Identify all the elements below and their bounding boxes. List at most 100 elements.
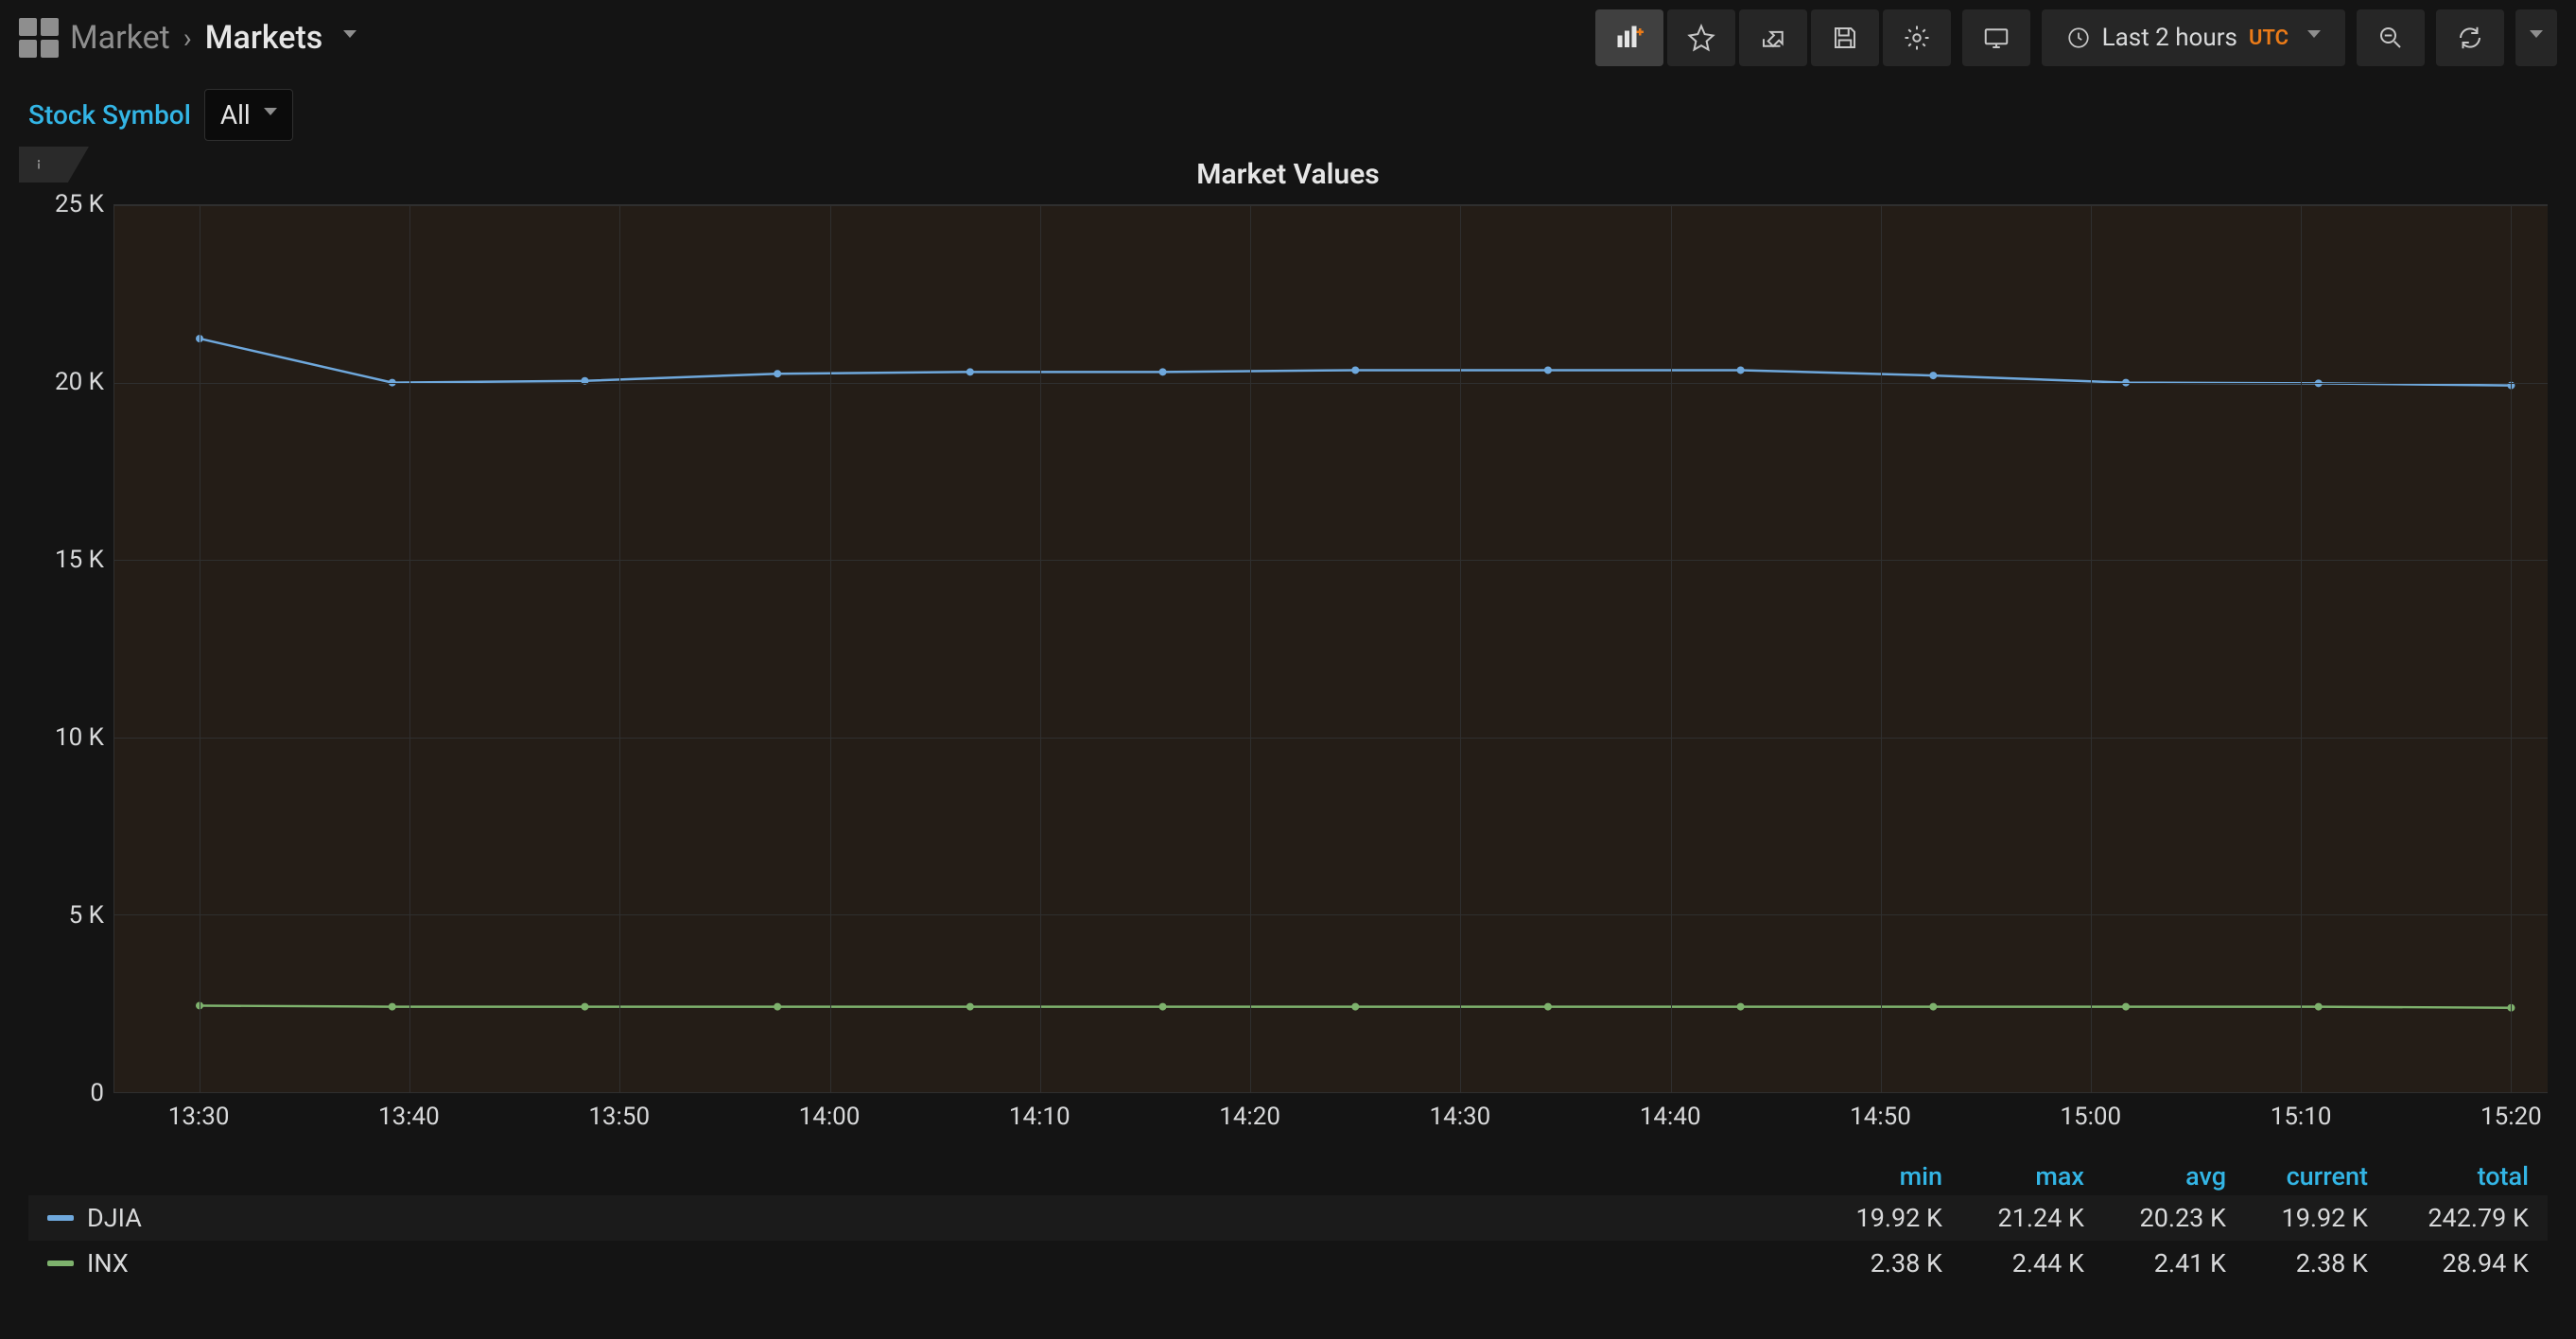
time-range-label: Last 2 hours (2102, 24, 2237, 52)
data-point (1929, 1003, 1937, 1011)
data-point (1544, 366, 1552, 374)
legend-total: 28.94 K (2368, 1248, 2529, 1278)
panel-title: Market Values (28, 150, 2548, 204)
legend-swatch (47, 1261, 74, 1266)
y-tick-label: 5 K (28, 901, 104, 930)
data-point (2122, 1003, 2130, 1011)
x-tick-label: 14:30 (1430, 1103, 1491, 1131)
data-point (1159, 1003, 1167, 1011)
zoom-out-icon (2376, 24, 2405, 52)
legend-row[interactable]: INX 2.38 K 2.44 K 2.41 K 2.38 K 28.94 K (28, 1241, 2548, 1286)
variable-value: All (220, 99, 251, 130)
chart-panel: Market Values 0 5 K 10 K 15 K 20 K 25 K 13:30… (28, 150, 2548, 1146)
y-axis: 05 K10 K15 K20 K25 K (28, 204, 113, 1093)
star-button[interactable] (1667, 9, 1735, 66)
data-point (1929, 372, 1937, 379)
data-point (774, 370, 781, 377)
legend-col-min[interactable]: min (1801, 1161, 1942, 1191)
data-point (1351, 1003, 1359, 1011)
legend-total: 242.79 K (2368, 1203, 2529, 1233)
legend-avg: 20.23 K (2084, 1203, 2226, 1233)
legend-current: 19.92 K (2226, 1203, 2368, 1233)
save-button[interactable] (1811, 9, 1879, 66)
settings-button[interactable] (1883, 9, 1951, 66)
data-point (1159, 368, 1167, 375)
x-tick-label: 13:50 (588, 1103, 650, 1131)
x-tick-label: 14:20 (1219, 1103, 1280, 1131)
toolbar-button-group (1595, 9, 1951, 66)
refresh-button[interactable] (2436, 9, 2504, 66)
legend-max: 21.24 K (1942, 1203, 2084, 1233)
legend-max: 2.44 K (1942, 1248, 2084, 1278)
template-variables-row: Stock Symbol All (0, 76, 2576, 145)
variable-select[interactable]: All (204, 89, 293, 141)
legend-min: 2.38 K (1801, 1248, 1942, 1278)
legend-table: min max avg current total DJIA 19.92 K 2… (28, 1157, 2548, 1286)
variable-label: Stock Symbol (28, 99, 191, 130)
breadcrumb-current[interactable]: Markets (205, 19, 323, 57)
chart-lines (114, 205, 2548, 1092)
y-tick-label: 25 K (28, 190, 104, 218)
legend-series: INX (47, 1248, 1801, 1278)
legend-col-current[interactable]: current (2226, 1161, 2368, 1191)
chevron-right-icon: › (183, 22, 192, 55)
gear-icon (1903, 24, 1931, 52)
x-axis: 13:30 13:40 13:50 14:00 14:10 14:20 14:30 14:40… (113, 1093, 2548, 1146)
y-tick-label: 15 K (28, 546, 104, 574)
legend-swatch (47, 1215, 74, 1221)
data-point (1351, 366, 1359, 374)
x-tick-label: 13:40 (378, 1103, 440, 1131)
legend-col-avg[interactable]: avg (2084, 1161, 2226, 1191)
data-point (774, 1003, 781, 1011)
dashboard-icon[interactable] (19, 18, 59, 58)
refresh-interval-picker[interactable] (2515, 9, 2557, 66)
breadcrumb: Market › Markets (70, 19, 357, 57)
time-range-tz: UTC (2249, 26, 2289, 50)
legend-col-max[interactable]: max (1942, 1161, 2084, 1191)
plot-area: 05 K10 K15 K20 K25 K (28, 204, 2548, 1093)
top-toolbar: Market › Markets Las (0, 0, 2576, 76)
x-tick-label: 15:20 (2480, 1103, 2542, 1131)
x-tick-label: 14:50 (1850, 1103, 1911, 1131)
y-tick-label: 0 (28, 1079, 104, 1107)
zoom-out-button[interactable] (2357, 9, 2425, 66)
x-tick-label: 14:40 (1640, 1103, 1701, 1131)
data-point (966, 1003, 974, 1011)
x-tick-label: 14:10 (1009, 1103, 1070, 1131)
y-tick-label: 10 K (28, 723, 104, 752)
legend-series: DJIA (47, 1203, 1801, 1233)
breadcrumb-parent[interactable]: Market (70, 19, 170, 57)
share-button[interactable] (1739, 9, 1807, 66)
data-point (1737, 1003, 1745, 1011)
data-point (581, 1003, 588, 1011)
data-point (1737, 366, 1745, 374)
legend-avg: 2.41 K (2084, 1248, 2226, 1278)
add-panel-button[interactable] (1595, 9, 1663, 66)
data-point (389, 1003, 396, 1011)
chevron-down-icon (2530, 30, 2543, 38)
plot-surface[interactable] (113, 204, 2548, 1093)
tv-mode-button[interactable] (1962, 9, 2030, 66)
legend-col-total[interactable]: total (2368, 1161, 2529, 1191)
legend-current: 2.38 K (2226, 1248, 2368, 1278)
legend-min: 19.92 K (1801, 1203, 1942, 1233)
data-point (2315, 1003, 2323, 1011)
legend-series-name: INX (87, 1248, 129, 1278)
save-icon (1831, 24, 1859, 52)
legend-row[interactable]: DJIA 19.92 K 21.24 K 20.23 K 19.92 K 242… (28, 1195, 2548, 1241)
chevron-down-icon[interactable] (343, 30, 357, 38)
clock-icon (2066, 26, 2091, 50)
info-icon (30, 156, 47, 173)
refresh-icon (2456, 24, 2484, 52)
monitor-icon (1982, 24, 2010, 52)
legend-series-name: DJIA (87, 1203, 142, 1233)
share-icon (1759, 24, 1787, 52)
x-tick-label: 15:00 (2060, 1103, 2121, 1131)
data-point (966, 368, 974, 375)
y-tick-label: 20 K (28, 368, 104, 396)
chevron-down-icon (2307, 30, 2321, 38)
legend-header: min max avg current total (28, 1157, 2548, 1195)
time-range-picker[interactable]: Last 2 hours UTC (2042, 9, 2345, 66)
x-tick-label: 13:30 (168, 1103, 230, 1131)
x-tick-label: 14:00 (799, 1103, 861, 1131)
